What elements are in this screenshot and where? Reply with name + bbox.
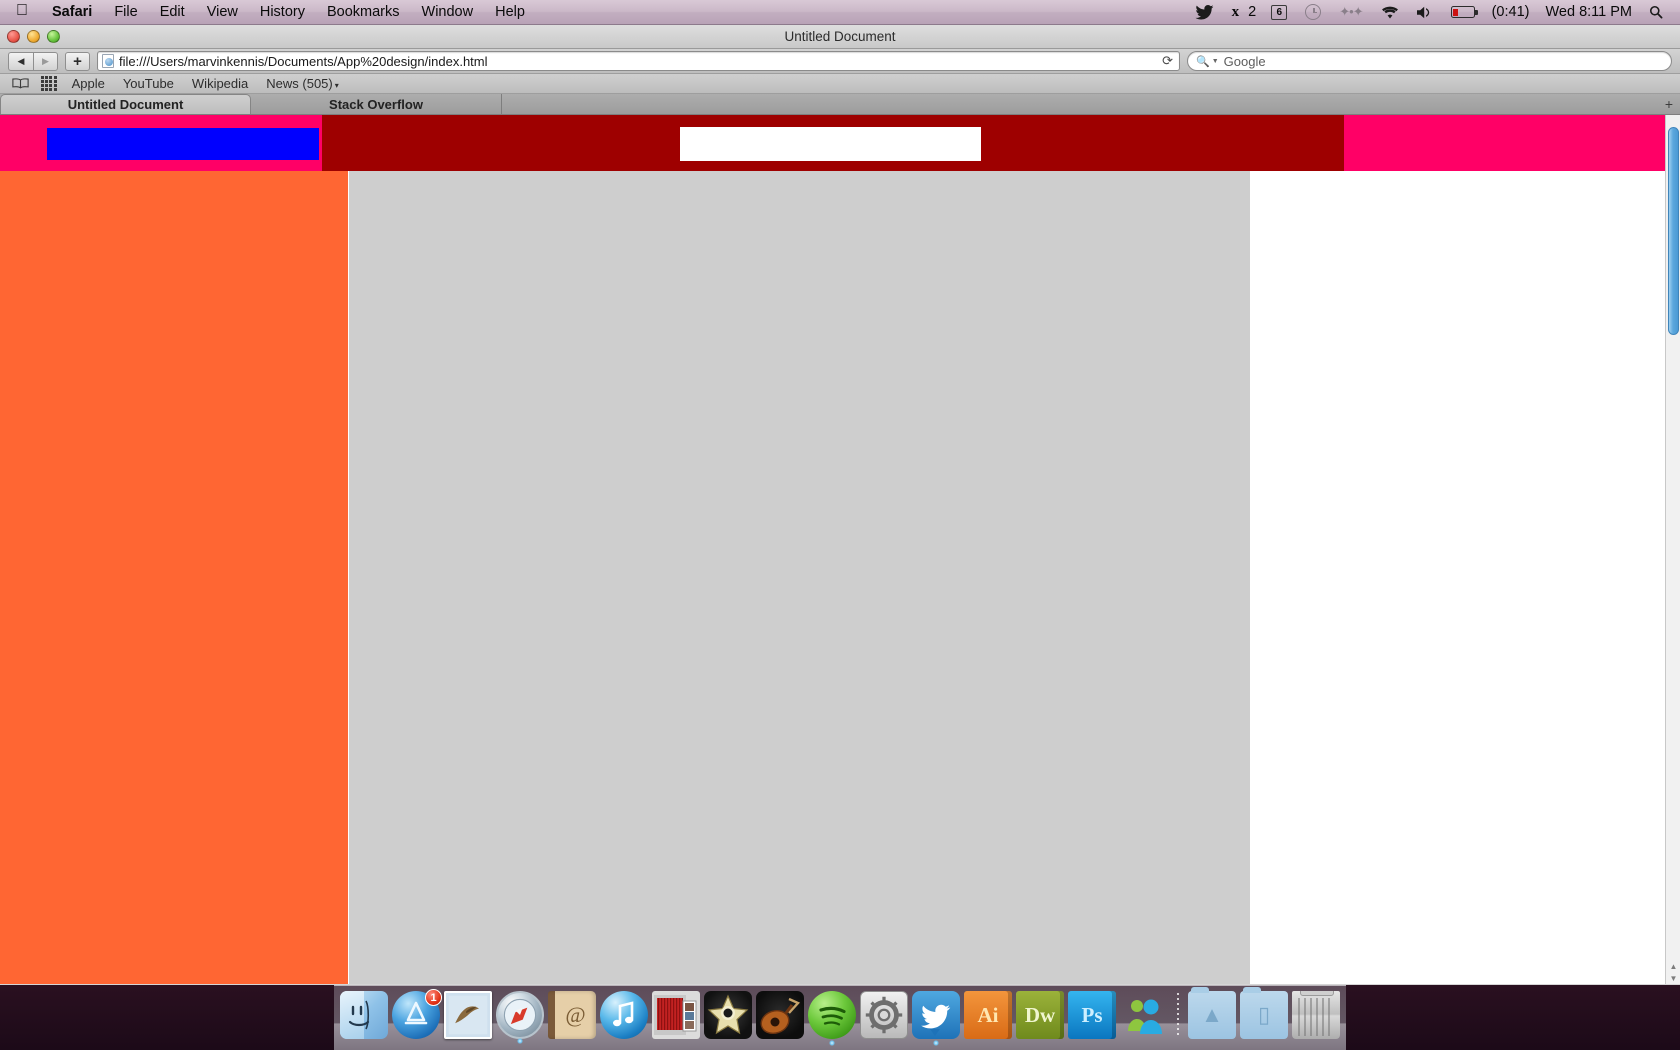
- browser-toolbar: ◀ ▶ + file:///Users/marvinkennis/Documen…: [0, 49, 1680, 74]
- new-tab-button[interactable]: +: [1665, 97, 1673, 111]
- dock-item-trash[interactable]: [1292, 991, 1340, 1039]
- dock-stack-applications[interactable]: ▲: [1188, 987, 1236, 1039]
- dock-stack-documents[interactable]: ▯: [1240, 987, 1288, 1039]
- dock-item-app-store[interactable]: 1: [392, 989, 442, 1039]
- page-logo-block: [47, 128, 319, 160]
- battery-icon[interactable]: [1442, 0, 1484, 25]
- bluetooth-icon[interactable]: ✦•✦: [1330, 0, 1371, 25]
- volume-speaker-icon[interactable]: [1408, 0, 1442, 25]
- twitter-bird-icon[interactable]: [1186, 0, 1223, 25]
- navigation-buttons: ◀ ▶: [8, 51, 58, 71]
- spaces-number-icon[interactable]: 6: [1262, 0, 1296, 25]
- page-search-field[interactable]: [680, 127, 981, 161]
- menu-item-window[interactable]: Window: [411, 4, 485, 20]
- search-magnifier-icon: 🔍: [1196, 55, 1210, 68]
- menu-bar:  Safari File Edit View History Bookmark…: [0, 0, 1680, 25]
- dock-item-garageband[interactable]: [756, 991, 804, 1039]
- page-viewport: ▲ ▼: [0, 115, 1680, 984]
- dock-item-dreamweaver[interactable]: Dw: [1016, 991, 1064, 1039]
- page-right-column: [1250, 171, 1665, 984]
- trash-can-icon: [1298, 998, 1334, 1036]
- dock-item-mail[interactable]: [444, 991, 492, 1039]
- spaces-number-label: 6: [1271, 4, 1288, 20]
- menu-item-history[interactable]: History: [249, 4, 316, 20]
- menu-item-help[interactable]: Help: [484, 4, 536, 20]
- url-text: file:///Users/marvinkennis/Documents/App…: [119, 53, 488, 69]
- running-indicator: [517, 1038, 523, 1044]
- window-title-bar[interactable]: Untitled Document: [0, 25, 1680, 49]
- menu-app-name[interactable]: Safari: [41, 4, 103, 20]
- bookmarks-bar: Apple YouTube Wikipedia News (505) ▾: [0, 74, 1680, 94]
- safari-window: Untitled Document ◀ ▶ + file:///Users/ma…: [0, 25, 1680, 985]
- page-content-column: [349, 171, 1250, 984]
- page-sidebar-column: [0, 171, 348, 984]
- scroll-down-arrow[interactable]: ▼: [1666, 972, 1680, 984]
- spotlight-search-icon[interactable]: [1640, 0, 1672, 25]
- search-placeholder-label: Google: [1223, 53, 1266, 69]
- window-title: Untitled Document: [784, 29, 896, 44]
- adobe-cc-icon[interactable]: x: [1223, 0, 1249, 25]
- forward-arrow-icon[interactable]: ▶: [33, 51, 58, 71]
- dock-item-spotify[interactable]: [808, 991, 856, 1046]
- dock-item-finder[interactable]: [340, 991, 388, 1039]
- dock-item-itunes[interactable]: [600, 991, 648, 1039]
- desktop-screen:  Safari File Edit View History Bookmark…: [0, 0, 1680, 1050]
- tab-bar: Untitled Document Stack Overflow +: [0, 94, 1680, 115]
- back-arrow-icon[interactable]: ◀: [8, 51, 33, 71]
- apple-logo-icon[interactable]: : [0, 3, 41, 19]
- scroll-up-arrow[interactable]: ▲: [1666, 960, 1680, 972]
- bookmark-apple[interactable]: Apple: [63, 76, 114, 91]
- dock-item-photoshop[interactable]: Ps: [1068, 991, 1116, 1039]
- chevron-down-icon[interactable]: ▼: [1212, 58, 1219, 65]
- applications-stack-icon: ▲: [1201, 1002, 1223, 1027]
- bookmark-news-label: News (505): [266, 76, 333, 91]
- vertical-scrollbar[interactable]: ▲ ▼: [1665, 115, 1680, 984]
- scrollbar-thumb[interactable]: [1668, 127, 1679, 335]
- page-favicon-icon: [102, 54, 114, 68]
- dock-item-photo-booth[interactable]: [652, 991, 700, 1039]
- dock-item-illustrator[interactable]: Ai: [964, 991, 1012, 1039]
- battery-time-label: (0:41): [1491, 4, 1530, 20]
- dock-item-system-preferences[interactable]: [860, 991, 908, 1039]
- tab-untitled-document[interactable]: Untitled Document: [0, 94, 251, 114]
- dock-item-twitter[interactable]: [912, 991, 960, 1046]
- search-input[interactable]: 🔍 ▼ Google: [1187, 51, 1672, 71]
- bookmark-youtube[interactable]: YouTube: [114, 76, 183, 91]
- menu-item-edit[interactable]: Edit: [149, 4, 196, 20]
- dock: 1 @ Ai Dw Ps ▲ ▯: [334, 985, 1346, 1050]
- adobe-count-label: 2: [1248, 4, 1257, 20]
- documents-stack-icon: ▯: [1257, 1002, 1271, 1027]
- book-icon[interactable]: [6, 78, 35, 89]
- wifi-icon[interactable]: [1372, 0, 1408, 25]
- dock-item-address-book[interactable]: @: [548, 991, 596, 1039]
- menu-item-bookmarks[interactable]: Bookmarks: [316, 4, 411, 20]
- dock-item-imovie[interactable]: [704, 991, 752, 1039]
- reload-icon[interactable]: ⟳: [1162, 53, 1175, 69]
- bookmark-news[interactable]: News (505) ▾: [257, 76, 347, 91]
- menu-item-view[interactable]: View: [196, 4, 249, 20]
- menu-bar-status-area: x 2 6 ✦•✦ (0:41) Wed 8:11 PM: [1186, 0, 1680, 25]
- dock-badge-app-store: 1: [425, 989, 442, 1006]
- menu-bar-clock[interactable]: Wed 8:11 PM: [1537, 4, 1640, 20]
- plus-icon[interactable]: +: [65, 51, 90, 71]
- dock-item-safari[interactable]: [496, 991, 544, 1044]
- minimize-button[interactable]: [27, 30, 40, 43]
- grid-icon[interactable]: [35, 75, 63, 92]
- dock-separator: [1177, 993, 1179, 1037]
- time-machine-clock-icon[interactable]: [1296, 0, 1330, 25]
- address-bar[interactable]: file:///Users/marvinkennis/Documents/App…: [97, 51, 1180, 71]
- chevron-down-icon: ▾: [334, 81, 339, 90]
- tab-stack-overflow[interactable]: Stack Overflow: [251, 94, 502, 114]
- window-controls: [7, 30, 60, 43]
- close-button[interactable]: [7, 30, 20, 43]
- dock-item-messenger[interactable]: [1120, 991, 1168, 1039]
- menu-item-file[interactable]: File: [103, 4, 148, 20]
- zoom-button[interactable]: [47, 30, 60, 43]
- running-indicator: [933, 1040, 939, 1046]
- dock-area: 1 @ Ai Dw Ps ▲ ▯: [0, 985, 1680, 1050]
- bookmark-wikipedia[interactable]: Wikipedia: [183, 76, 257, 91]
- running-indicator: [829, 1040, 835, 1046]
